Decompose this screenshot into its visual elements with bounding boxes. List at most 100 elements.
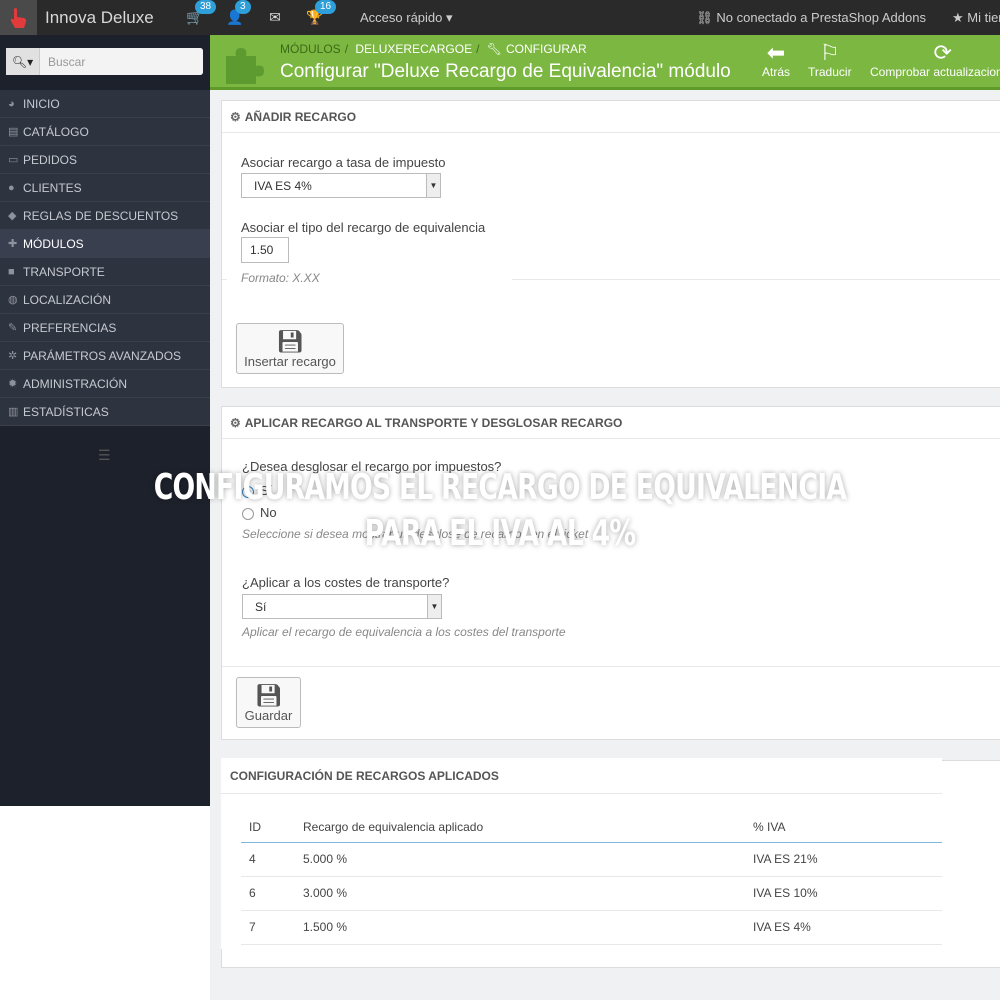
cell-id: 4 (241, 842, 303, 877)
sidebar-item-reglas-descuentos[interactable]: ◆ REGLAS DE DESCUENTOS (0, 202, 210, 230)
quick-access-menu[interactable]: Acceso rápido ▾ (360, 10, 453, 26)
orders-badge: 38 (195, 0, 217, 14)
menu-collapse-icon[interactable]: ☰ (98, 447, 111, 464)
my-shop-link[interactable]: ★ Mi tienda (952, 10, 1000, 26)
book-icon: ▤ (8, 126, 19, 138)
sidebar: 🔍︎▾ ◕ INICIO ▤ CATÁLOGO ▭ PEDIDOS ● CLIENTES… (0, 35, 210, 806)
insert-surcharge-label: Insertar recargo (244, 354, 336, 369)
column-header-surcharge[interactable]: Recargo de equivalencia aplicado (303, 812, 753, 843)
shop-brand[interactable]: Innova Deluxe (45, 8, 175, 28)
applied-surcharges-panel: CONFIGURACIÓN DE RECARGOS APLICADOS ID R… (221, 758, 942, 949)
panel-heading: ⚙ APLICAR RECARGO AL TRANSPORTE Y DESGLO… (222, 407, 1000, 439)
sidebar-item-transporte[interactable]: ■ TRANSPORTE (0, 258, 210, 286)
breadcrumb-modules[interactable]: MÓDULOS (280, 42, 341, 56)
sidebar-item-catalogo[interactable]: ▤ CATÁLOGO (0, 118, 210, 146)
bar-chart-icon: ▥ (8, 406, 19, 418)
translate-label: Traducir (808, 65, 852, 79)
surcharge-rate-input[interactable]: 1.50 (241, 237, 289, 263)
sidebar-item-label: REGLAS DE DESCUENTOS (23, 208, 179, 223)
translate-button[interactable]: ⚐ Traducir (808, 40, 852, 80)
sidebar-item-preferencias[interactable]: ✎ PREFERENCIAS (0, 314, 210, 342)
puzzle-icon: ✚ (8, 238, 18, 250)
credit-card-icon: ▭ (8, 154, 19, 166)
shipping-question: ¿Aplicar a los costes de transporte? (242, 575, 450, 590)
shipping-select-value: Sí (255, 599, 267, 614)
sidebar-item-localizacion[interactable]: ◍ LOCALIZACIÓN (0, 286, 210, 314)
breadcrumb: MÓDULOS / DELUXERECARGOE / 🔧︎ CONFIGURAR (280, 42, 591, 56)
save-button[interactable]: 💾︎ Guardar (236, 677, 301, 728)
panel-footer-divider (222, 666, 1000, 667)
sidebar-item-parametros-avanzados[interactable]: ✲ PARÁMETROS AVANZADOS (0, 342, 210, 370)
back-button[interactable]: ⬅ Atrás (762, 41, 790, 80)
page-title: Configurar "Deluxe Recargo de Equivalenc… (280, 61, 731, 82)
sidebar-item-inicio[interactable]: ◕ INICIO (0, 90, 210, 118)
cell-vat: IVA ES 21% (753, 842, 942, 877)
panel-heading-text: APLICAR RECARGO AL TRANSPORTE Y DESGLOSA… (244, 415, 623, 430)
sidebar-item-label: ADMINISTRACIÓN (23, 376, 128, 391)
sidebar-item-label: PARÁMETROS AVANZADOS (23, 348, 182, 363)
users-icon: ● (8, 181, 15, 194)
refresh-icon: ⟳ (933, 40, 952, 65)
top-bar: Innova Deluxe 🛒 38 👤 3 ✉ 🏆 16 Acceso ráp… (0, 0, 1000, 35)
customers-badge: 3 (235, 0, 251, 14)
cell-vat: IVA ES 10% (753, 876, 942, 911)
cog-icon: ✹ (8, 378, 18, 390)
column-header-vat[interactable]: % IVA (753, 812, 942, 843)
flag-icon: ⚐ (819, 40, 840, 65)
sidebar-item-modulos[interactable]: ✚ MÓDULOS (0, 230, 210, 258)
table-row[interactable]: 6 3.000 % IVA ES 10% (241, 876, 942, 911)
overlay-line-1: CONFIGURAMOS EL RECARGO DE EQUIVALENCIA (153, 467, 847, 508)
caret-down-icon: ▾ (446, 9, 453, 25)
page-header: MÓDULOS / DELUXERECARGOE / 🔧︎ CONFIGURAR Co… (210, 35, 1000, 90)
sidebar-item-estadisticas[interactable]: ▥ ESTADÍSTICAS (0, 398, 210, 426)
trophy-notification[interactable]: 🏆 16 (295, 0, 337, 26)
cogs-icon: ✲ (8, 350, 18, 362)
table-row[interactable]: 7 1.500 % IVA ES 4% (241, 910, 942, 945)
select-arrow-icon: ▼ (426, 174, 440, 197)
tax-rate-select[interactable]: IVA ES 4% ▼ (241, 173, 441, 198)
tax-rate-select-value: IVA ES 4% (254, 178, 312, 193)
search-input[interactable] (40, 48, 203, 75)
cell-id: 6 (241, 876, 303, 911)
check-updates-button[interactable]: ⟳ Comprobar actualizaciones (870, 40, 1000, 80)
sidebar-item-pedidos[interactable]: ▭ PEDIDOS (0, 146, 210, 174)
search-box: 🔍︎ ▾ (6, 48, 203, 75)
truck-icon: ■ (8, 265, 15, 278)
caret-down-icon: ▾ (27, 54, 34, 69)
promo-overlay-text: CONFIGURAMOS EL RECARGO DE EQUIVALENCIA … (0, 465, 1000, 557)
cell-surcharge: 3.000 % (303, 876, 753, 911)
surcharge-rate-label: Asociar el tipo del recargo de equivalen… (241, 220, 486, 235)
customers-notification[interactable]: 👤 3 (215, 0, 255, 26)
addons-status[interactable]: ⛓ No conectado a PrestaShop Addons (696, 10, 926, 26)
sidebar-item-label: TRANSPORTE (23, 264, 105, 279)
search-icon: 🔍︎ (11, 54, 28, 69)
unlink-icon: ⛓ (696, 9, 713, 25)
envelope-icon: ✉ (269, 9, 281, 25)
cell-id: 7 (241, 910, 303, 945)
sidebar-item-label: PREFERENCIAS (23, 320, 117, 335)
table-row[interactable]: 4 5.000 % IVA ES 21% (241, 842, 942, 877)
sidebar-item-clientes[interactable]: ● CLIENTES (0, 174, 210, 202)
prestashop-logo[interactable] (0, 0, 37, 35)
cogs-icon: ⚙ (230, 109, 241, 124)
breadcrumb-module[interactable]: DELUXERECARGOE (355, 42, 472, 56)
select-arrow-icon: ▼ (427, 595, 441, 618)
column-header-id[interactable]: ID (241, 812, 303, 843)
addons-status-label: No conectado a PrestaShop Addons (716, 9, 926, 25)
orders-notification[interactable]: 🛒 38 (175, 0, 217, 26)
shipping-select[interactable]: Sí ▼ (242, 594, 442, 619)
tags-icon: ◆ (8, 210, 17, 222)
cell-surcharge: 5.000 % (303, 842, 753, 877)
breadcrumb-separator: / (344, 42, 349, 56)
quick-access-label: Acceso rápido (360, 9, 443, 25)
sidebar-item-label: MÓDULOS (23, 236, 84, 251)
sidebar-item-administracion[interactable]: ✹ ADMINISTRACIÓN (0, 370, 210, 398)
messages-notification[interactable]: ✉ (255, 9, 295, 26)
insert-surcharge-button[interactable]: 💾︎ Insertar recargo (236, 323, 344, 374)
table-header-row: ID Recargo de equivalencia aplicado % IV… (241, 812, 942, 843)
breadcrumb-configure: CONFIGURAR (506, 42, 587, 56)
messages-badge: 16 (315, 0, 337, 14)
tax-rate-label: Asociar recargo a tasa de impuesto (241, 155, 446, 170)
sidebar-item-label: CLIENTES (23, 180, 82, 195)
search-type-button[interactable]: 🔍︎ ▾ (6, 48, 40, 75)
